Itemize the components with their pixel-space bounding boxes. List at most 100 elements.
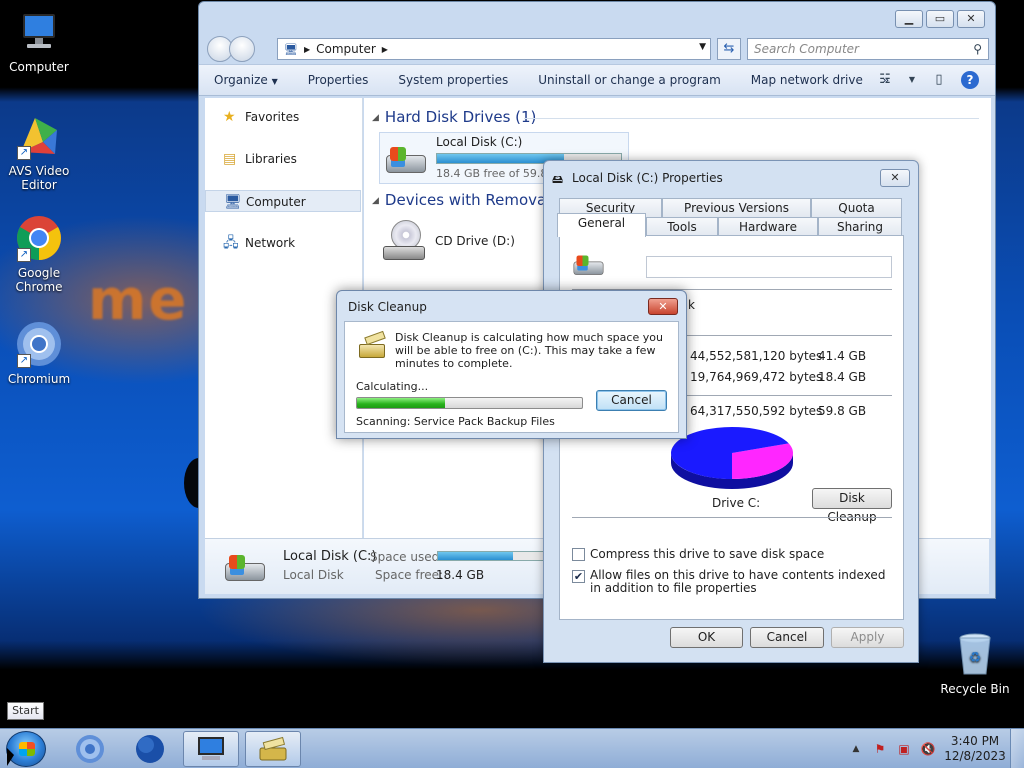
desktop-icon-google-chrome[interactable]: ↗ Google Chrome [1, 214, 77, 294]
desktop-icon-chromium[interactable]: ↗ Chromium [1, 320, 77, 386]
desktop-icon-label: Computer [9, 60, 69, 74]
collapse-triangle-icon[interactable]: ◢ [372, 196, 379, 206]
show-desktop-button[interactable] [1010, 729, 1024, 768]
mouse-cursor [7, 748, 14, 766]
taskbar-chromium[interactable] [62, 731, 118, 767]
network-icon: 🖧 [223, 235, 239, 251]
tab-general[interactable]: General [557, 213, 646, 237]
properties-button[interactable]: Properties [293, 73, 384, 87]
drive-label-input[interactable] [646, 256, 892, 278]
computer-icon: 🖥 [224, 194, 242, 210]
compress-drive-label: Compress this drive to save disk space [590, 547, 825, 561]
preview-pane-icon[interactable]: ▯ [929, 70, 949, 90]
scanning-status: Scanning: Service Pack Backup Files [356, 415, 555, 428]
desktop-icon-label: Chromium [7, 372, 71, 386]
system-properties-button[interactable]: System properties [383, 73, 523, 87]
system-tray: ▲ ⚑ ▣ 🔇 3:40 PM 12/8/2023 [844, 729, 1024, 768]
desktop-icon-label: Recycle Bin [940, 682, 1010, 696]
dialog-title: Disk Cleanup [348, 300, 427, 314]
close-button[interactable]: ✕ [957, 10, 985, 28]
disk-cleanup-icon [357, 330, 387, 360]
tab-hardware[interactable]: Hardware [718, 217, 818, 236]
address-dropdown-icon[interactable]: ▼ [699, 42, 706, 52]
search-input[interactable]: Search Computer ⚲ [747, 38, 989, 60]
star-icon: ★ [223, 109, 236, 125]
drive-name: CD Drive (D:) [435, 234, 515, 248]
drive-label: Drive C: [712, 496, 761, 510]
disk-cleanup-dialog[interactable]: Disk Cleanup ✕ Disk Cleanup is calculati… [336, 290, 687, 439]
close-button[interactable]: ✕ [648, 298, 678, 315]
organize-menu[interactable]: Organize ▼ [199, 73, 293, 87]
address-bar[interactable]: 🖥 ▶ Computer ▶ ▼ [277, 38, 711, 60]
space-used-label: Space used: [370, 550, 444, 564]
action-center-icon[interactable]: ⚑ [871, 741, 889, 757]
computer-small-icon: 🖥 [284, 42, 298, 56]
shortcut-arrow-icon: ↗ [17, 146, 31, 160]
compress-drive-checkbox[interactable] [572, 548, 585, 561]
desktop-icon-computer[interactable]: Computer [1, 8, 77, 74]
breadcrumb-arrow-icon[interactable]: ▶ [382, 45, 388, 54]
clock[interactable]: 3:40 PM 12/8/2023 [940, 734, 1010, 764]
show-hidden-icons-icon[interactable]: ▲ [847, 741, 865, 757]
cleanup-message: Disk Cleanup is calculating how much spa… [395, 331, 663, 370]
cleanup-progress-bar [356, 397, 583, 409]
breadcrumb-arrow-icon[interactable]: ▶ [304, 45, 310, 54]
view-options-icon[interactable]: ☷ [875, 70, 895, 90]
minimize-button[interactable]: ▁ [895, 10, 923, 28]
tab-tools[interactable]: Tools [646, 217, 718, 236]
navigation-bar: 🖥 ▶ Computer ▶ ▼ ⇆ Search Computer ⚲ [207, 36, 989, 62]
desktop-icon-label: Google Chrome [15, 266, 63, 294]
capacity-bytes: 64,317,550,592 bytes [690, 404, 823, 418]
desktop-icon-avs-video-editor[interactable]: ↗ AVS Video Editor [1, 112, 77, 192]
clock-date: 12/8/2023 [944, 749, 1006, 763]
group-divider [524, 118, 979, 119]
nav-item-network[interactable]: 🖧 Network [205, 232, 361, 254]
maximize-button[interactable]: ▭ [926, 10, 954, 28]
uninstall-program-button[interactable]: Uninstall or change a program [523, 73, 736, 87]
avs-video-editor-icon: ↗ [15, 112, 63, 160]
tab-sharing[interactable]: Sharing [818, 217, 902, 236]
desktop-icon-recycle-bin[interactable]: ♻ Recycle Bin [937, 630, 1013, 696]
free-space-bytes: 19,764,969,472 bytes [690, 370, 823, 384]
taskbar-explorer[interactable] [183, 731, 239, 767]
cancel-button[interactable]: Cancel [750, 627, 824, 648]
drive-type-text: k [688, 298, 695, 312]
nav-item-favorites[interactable]: ★ Favorites [205, 106, 361, 128]
tab-previous-versions[interactable]: Previous Versions [662, 198, 811, 217]
apply-button[interactable]: Apply [831, 627, 904, 648]
cancel-button[interactable]: Cancel [596, 390, 667, 411]
breadcrumb-computer[interactable]: Computer [316, 42, 376, 56]
allow-indexing-checkbox[interactable]: ✔ [572, 570, 585, 583]
hard-disk-icon [384, 145, 428, 175]
computer-icon [15, 8, 63, 56]
nav-item-libraries[interactable]: ▤ Libraries [205, 148, 361, 170]
map-network-drive-button[interactable]: Map network drive [736, 73, 878, 87]
forward-button[interactable] [229, 36, 255, 62]
nav-item-label: Network [245, 236, 296, 250]
wallpaper-text: me [88, 268, 189, 333]
collapse-triangle-icon[interactable]: ◢ [372, 113, 379, 123]
chevron-down-icon[interactable]: ▼ [907, 70, 917, 90]
help-icon[interactable]: ? [961, 71, 979, 89]
dialog-body: Disk Cleanup is calculating how much spa… [344, 321, 679, 433]
nav-item-computer[interactable]: 🖥 Computer [205, 190, 361, 212]
refresh-button[interactable]: ⇆ [717, 38, 741, 60]
close-button[interactable]: ✕ [880, 169, 910, 187]
disk-cleanup-button[interactable]: Disk Cleanup [812, 488, 892, 524]
taskbar: ▲ ⚑ ▣ 🔇 3:40 PM 12/8/2023 [0, 728, 1024, 768]
chevron-down-icon: ▼ [271, 77, 278, 86]
capacity-gb: 59.8 GB [818, 404, 867, 418]
volume-muted-icon[interactable]: 🔇 [919, 741, 937, 757]
ok-button[interactable]: OK [670, 627, 743, 648]
start-tooltip: Start [7, 702, 44, 720]
taskbar-globe-app[interactable] [122, 731, 178, 767]
network-status-icon[interactable]: ▣ [895, 741, 913, 757]
desktop-icon-label: AVS Video Editor [8, 164, 70, 192]
recycle-bin-icon: ♻ [951, 630, 999, 678]
taskbar-disk-cleanup[interactable] [245, 731, 301, 767]
tab-quota[interactable]: Quota [811, 198, 902, 217]
search-icon[interactable]: ⚲ [973, 39, 982, 59]
shortcut-arrow-icon: ↗ [17, 248, 31, 262]
clock-time: 3:40 PM [950, 734, 1000, 748]
group-header-hard-disk-drives[interactable]: ◢ Hard Disk Drives (1) [372, 108, 536, 126]
